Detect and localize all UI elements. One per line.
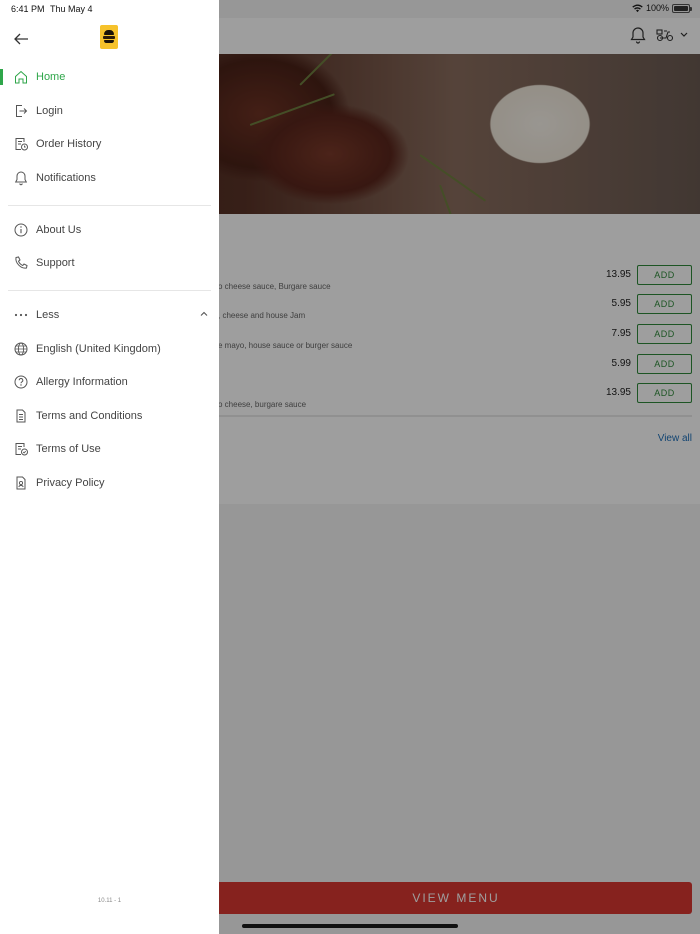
info-icon [14, 223, 28, 237]
nav-item-privacy-policy[interactable]: Privacy Policy [0, 468, 219, 498]
status-indicators: 100% [632, 3, 692, 13]
nav-label: Terms and Conditions [36, 410, 143, 422]
drawer-divider [8, 205, 211, 206]
nav-label: Login [36, 105, 63, 117]
drawer-header [0, 18, 219, 58]
nav-item-terms-of-use[interactable]: Terms of Use [0, 434, 219, 464]
nav-label: Privacy Policy [36, 477, 105, 489]
home-icon [15, 70, 27, 84]
question-icon [14, 375, 28, 389]
globe-icon [14, 342, 28, 356]
active-indicator [0, 69, 3, 85]
home-indicator[interactable] [242, 924, 458, 928]
nav-label: Support [36, 257, 75, 269]
nav-label: About Us [36, 224, 82, 236]
back-arrow-icon[interactable] [12, 30, 30, 48]
battery-icon [672, 3, 692, 13]
nav-label: Order History [36, 138, 102, 150]
document-icon [16, 409, 26, 423]
side-drawer: Home Login Order History Notifications A… [0, 0, 219, 934]
nav-label: Home [36, 71, 66, 83]
order-history-icon [15, 138, 28, 151]
nav-item-allergy-information[interactable]: Allergy Information [0, 367, 219, 397]
status-time: 6:41 PM [11, 4, 45, 14]
nav-item-notifications[interactable]: Notifications [0, 163, 219, 193]
nav-label: Less [36, 309, 60, 321]
status-bar: 6:41 PM Thu May 4 100% [0, 0, 700, 18]
nav-item-order-history[interactable]: Order History [0, 129, 219, 159]
document-check-icon [15, 443, 28, 456]
nav-label: Allergy Information [36, 376, 128, 388]
wifi-icon [632, 4, 643, 12]
bell-icon [14, 171, 28, 186]
nav-label: Notifications [36, 172, 96, 184]
restaurant-logo [100, 25, 118, 49]
phone-icon [15, 256, 28, 269]
app-version: 10.11 - 1 [97, 898, 122, 904]
nav-item-terms-and-conditions[interactable]: Terms and Conditions [0, 401, 219, 431]
chevron-up-icon [200, 311, 208, 316]
nav-item-support[interactable]: Support [0, 248, 219, 278]
nav-item-home[interactable]: Home [0, 62, 219, 92]
battery-percent: 100% [645, 3, 669, 13]
nav-item-about-us[interactable]: About Us [0, 215, 219, 245]
nav-item-less-toggle[interactable]: Less [0, 300, 219, 330]
drawer-divider [8, 290, 211, 291]
login-icon [16, 105, 28, 117]
nav-label: Terms of Use [36, 443, 101, 455]
nav-label: English (United Kingdom) [36, 343, 161, 355]
privacy-icon [16, 476, 26, 490]
nav-item-login[interactable]: Login [0, 96, 219, 126]
nav-item-language[interactable]: English (United Kingdom) [0, 334, 219, 364]
more-dots-icon [14, 313, 28, 317]
status-date: Thu May 4 [50, 4, 93, 14]
